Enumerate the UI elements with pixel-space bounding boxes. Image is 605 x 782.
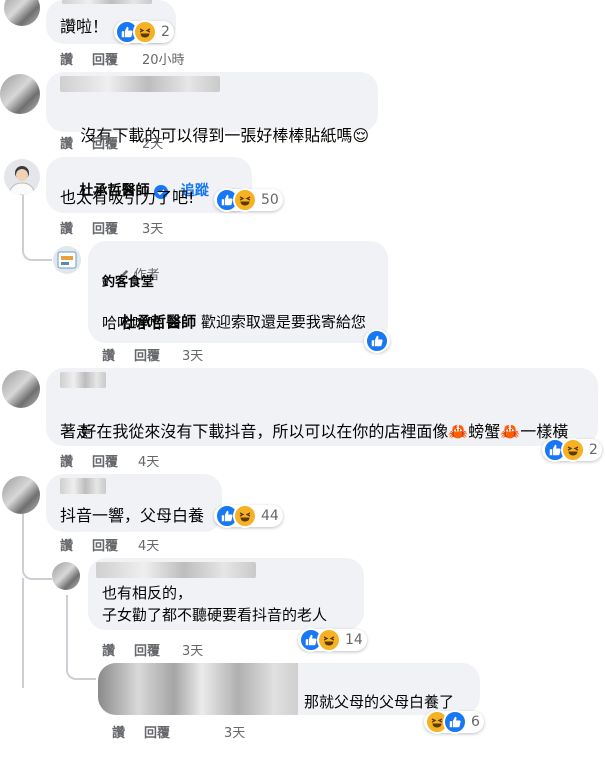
reply-button[interactable]: 回覆: [144, 722, 170, 741]
thread-line: [66, 635, 96, 680]
comment-bubble: 抖音一響，父母白養 44: [46, 474, 283, 532]
crab-emoji: 🦀: [500, 422, 521, 441]
timestamp[interactable]: 3天: [142, 218, 163, 237]
like-button[interactable]: 讚: [60, 133, 73, 152]
thread-line: [66, 595, 68, 635]
reaction-summary[interactable]: [364, 329, 390, 353]
reaction-count: 2: [161, 24, 170, 40]
thumbs-up-icon: [443, 710, 467, 734]
thread-line: [22, 225, 52, 261]
comment-bubble: 那就父母的父母白養了 6: [98, 663, 484, 734]
comment-text-body: 沒有下載的可以得到一張好棒棒貼紙嗎: [80, 126, 353, 145]
timestamp[interactable]: 20小時: [142, 49, 185, 68]
relieved-emoji: 😌: [352, 126, 370, 145]
like-button[interactable]: 讚: [60, 535, 73, 554]
comment-text-line: 著走: [60, 422, 93, 441]
timestamp[interactable]: 3天: [224, 722, 245, 741]
like-button[interactable]: 讚: [112, 722, 125, 741]
reply-button[interactable]: 回覆: [134, 640, 160, 659]
blurred-name: [60, 76, 220, 92]
reaction-summary[interactable]: 44: [214, 504, 283, 528]
like-button[interactable]: 讚: [60, 49, 73, 68]
comment-text: 好在我從來沒有下載抖音，所以可以在你的店裡面像🦀螃蟹🦀一樣橫: [60, 397, 568, 466]
haha-icon: [317, 628, 341, 652]
avatar[interactable]: [4, 0, 40, 26]
comment-bubble: 杜承哲醫師 · 追蹤 也太有吸引力了吧! 50: [46, 157, 283, 213]
reply-button[interactable]: 回覆: [92, 133, 118, 152]
reaction-count: 2: [589, 442, 598, 458]
avatar[interactable]: [2, 476, 40, 514]
comment-bubble: 好在我從來沒有下載抖音，所以可以在你的店裡面像🦀螃蟹🦀一樣橫 著走 2: [46, 368, 602, 462]
blurred-name: [60, 478, 106, 494]
reaction-count: 44: [261, 508, 279, 524]
avatar[interactable]: [4, 159, 40, 195]
haha-icon: [233, 504, 257, 528]
comment-text: 抖音一響，父母白養: [60, 506, 205, 525]
like-button[interactable]: 讚: [60, 451, 73, 470]
reaction-count: 50: [261, 192, 279, 208]
reply-button[interactable]: 回覆: [92, 218, 118, 237]
reply-button[interactable]: 回覆: [92, 535, 118, 554]
like-button[interactable]: 讚: [102, 345, 115, 364]
blurred-name: [62, 0, 152, 4]
reply-button[interactable]: 回覆: [134, 345, 160, 364]
comment-bubble: 讚啦！ 2: [46, 0, 176, 44]
commenter-name[interactable]: 釣客食堂: [102, 271, 154, 290]
comment-bubble: 作者 釣客食堂 杜承哲醫師 歡迎索取還是要我寄給您 哈哈哈哈: [88, 241, 390, 353]
thread-line: [22, 578, 24, 688]
like-button[interactable]: 讚: [102, 640, 115, 659]
blurred-name: [96, 562, 256, 578]
haha-icon: [133, 20, 157, 44]
avatar[interactable]: [52, 562, 80, 590]
comment-bubble: 沒有下載的可以得到一張好棒棒貼紙嗎😌: [46, 72, 378, 145]
avatar[interactable]: [53, 246, 81, 274]
comment-text-line: 子女勸了都不聽硬要看抖音的老人: [102, 606, 328, 624]
avatar[interactable]: [2, 370, 40, 408]
reaction-count: 14: [345, 632, 363, 648]
timestamp[interactable]: 3天: [182, 345, 203, 364]
reaction-summary[interactable]: 2: [542, 438, 602, 462]
comment-text-line: 也有相反的，: [102, 584, 193, 602]
reply-button[interactable]: 回覆: [92, 49, 118, 68]
thumbs-up-icon: [365, 329, 389, 353]
crab-emoji: 🦀: [448, 422, 469, 441]
haha-icon: [233, 188, 257, 212]
reaction-summary[interactable]: 50: [214, 188, 283, 212]
like-button[interactable]: 讚: [60, 218, 73, 237]
reaction-summary[interactable]: 6: [424, 710, 484, 734]
comment-actions: 讚 回覆 3天: [112, 722, 245, 782]
comment-text: 也太有吸引力了吧!: [60, 188, 195, 207]
haha-icon: [561, 438, 585, 462]
comment-text-line: 歡迎索取還是要我寄給您: [196, 313, 366, 331]
comment-bubble: 也有相反的， 子女勸了都不聽硬要看抖音的老人 14: [88, 558, 367, 652]
reaction-summary[interactable]: 14: [298, 628, 367, 652]
thread-line: [22, 195, 24, 225]
blurred-name: [60, 372, 106, 388]
reaction-summary[interactable]: 2: [114, 20, 174, 44]
reply-button[interactable]: 回覆: [92, 451, 118, 470]
comment-text-line: 哈哈哈哈: [102, 314, 163, 332]
timestamp[interactable]: 2天: [142, 133, 163, 152]
reaction-count: 6: [471, 714, 480, 730]
comment-text-line: 好在我從來沒有下載抖音，所以可以在你的店裡面像: [80, 422, 449, 441]
comment-text: 讚啦！: [60, 17, 109, 36]
timestamp[interactable]: 3天: [182, 640, 203, 659]
timestamp[interactable]: 4天: [138, 451, 159, 470]
thread-line: [22, 530, 52, 580]
avatar[interactable]: [0, 74, 40, 114]
blurred-name: [98, 663, 298, 715]
comment-text-line: 螃蟹: [468, 422, 501, 441]
timestamp[interactable]: 4天: [138, 535, 159, 554]
